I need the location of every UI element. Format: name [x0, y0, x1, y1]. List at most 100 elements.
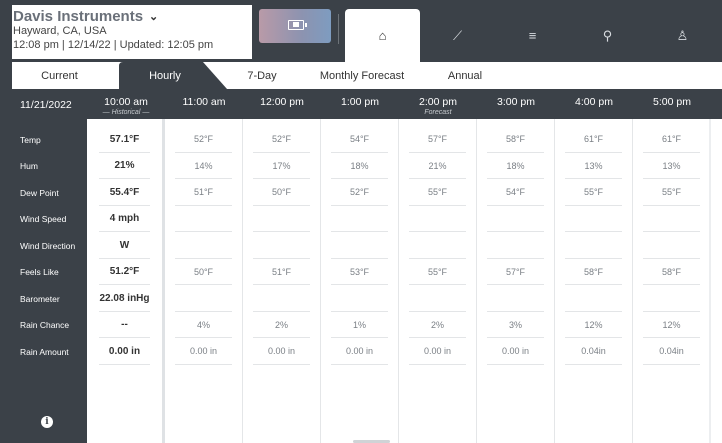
table-cell: 51°F [243, 259, 320, 285]
table-cell: 12% [633, 312, 710, 338]
table-cell: 57.1°F [87, 126, 162, 153]
battery-status-button[interactable] [259, 9, 331, 43]
table-cell: 0.00 in [321, 338, 398, 365]
cell-value: 50°F [271, 187, 292, 198]
cell-value: 51°F [193, 187, 214, 198]
info-icon[interactable]: i [41, 416, 53, 428]
nav-tab-charts[interactable]: ⟋ [420, 9, 495, 62]
column-header: 1:00 pm [341, 96, 379, 108]
cell-value: 0.00 in [501, 346, 530, 357]
table-cell: 4 mph [87, 206, 162, 232]
cell-value: 0.00 in [345, 346, 374, 357]
table-cell: 54°F [477, 179, 554, 206]
subtab-monthly-forecast[interactable]: Monthly Forecast [312, 62, 412, 89]
cell-value: 2% [274, 319, 288, 330]
table-cell: 1% [321, 312, 398, 338]
table-cell: 55.4°F [87, 179, 162, 206]
station-name: Davis Instruments [13, 8, 144, 25]
table-cell [165, 232, 242, 259]
table-cell [555, 232, 632, 259]
nav-tab-map[interactable]: ⚲ [570, 9, 645, 62]
table-cell [165, 206, 242, 232]
table-column: 57.1°F 21% 55.4°F 4 mph W 51.2°F 22.08 inHg -- 0… [87, 119, 165, 443]
column-header: 4:00 pm [575, 96, 613, 108]
cell-value: W [119, 239, 130, 251]
row-label-wind-speed: Wind Speed [20, 214, 67, 224]
nav-tab-account[interactable]: ♙ [645, 9, 720, 62]
cell-value: 0.04in [581, 346, 606, 357]
cell-value: 1% [352, 319, 366, 330]
table-column: 61°F 13% 55°F 58°F 12% 0.04in [555, 119, 633, 443]
table-cell: 0.00 in [477, 338, 554, 365]
home-icon: ⌂ [378, 28, 387, 43]
row-label-hum: Hum [20, 161, 38, 171]
chevron-down-icon[interactable]: ⌄ [149, 10, 158, 23]
table-cell: 22.08 inHg [87, 285, 162, 312]
cell-value: 13% [584, 160, 603, 171]
table-column: 52°F 14% 51°F 50°F 4% 0.00 in [165, 119, 243, 443]
cell-value: 14% [194, 160, 213, 171]
table-cell: 0.00 in [87, 338, 162, 365]
row-label-wind-direction: Wind Direction [20, 241, 76, 251]
table-cell: 50°F [165, 259, 242, 285]
row-divider [175, 363, 232, 365]
subtab-hourly[interactable]: Hourly [119, 62, 227, 89]
nav-tab-list[interactable]: ≡ [495, 9, 570, 62]
column-header: 10:00 am — Historical — [87, 89, 165, 119]
table-cell: 57°F [477, 259, 554, 285]
table-cell: 55°F [633, 179, 710, 206]
table-cell [555, 206, 632, 232]
table-column: 58°F 18% 54°F 57°F 3% 0.00 in [477, 119, 555, 443]
cell-value: 57°F [427, 134, 448, 145]
main-nav: ⌂ ⟋ ≡ ⚲ ♙ [345, 9, 722, 62]
cell-value: 2% [430, 319, 444, 330]
cell-value: 0.04in [659, 346, 684, 357]
row-label-rain-amount: Rain Amount [20, 347, 69, 357]
row-divider [99, 363, 150, 365]
row-label-temp: Temp [20, 135, 41, 145]
table-cell: 13% [555, 153, 632, 179]
cell-value: 21% [428, 160, 447, 171]
column-header: 5:00 pm [653, 96, 691, 108]
chart-icon: ⟋ [452, 27, 463, 43]
cell-value: 0.00 in [108, 345, 141, 357]
cell-value: 21% [114, 160, 135, 172]
column-header: 2:00 pm Forecast [399, 89, 477, 119]
table-cell [243, 206, 320, 232]
subtab-7-day[interactable]: 7-Day [227, 62, 297, 89]
table-column: 52°F 17% 50°F 51°F 2% 0.00 in [243, 119, 321, 443]
station-title[interactable]: Davis Instruments ⌄ [13, 8, 158, 25]
table-cell: 2% [399, 312, 476, 338]
table-cell: 0.04in [633, 338, 710, 365]
table-cell [399, 232, 476, 259]
table-cell: 21% [399, 153, 476, 179]
table-cell [321, 206, 398, 232]
table-cell: 21% [87, 153, 162, 179]
cell-value: 51.2°F [109, 266, 140, 278]
subtab-current[interactable]: Current [12, 62, 107, 89]
table-column: 61°F 13% 55°F 58°F 12% 0.04in [633, 119, 711, 443]
row-divider [643, 363, 700, 365]
cell-value: 54°F [349, 134, 370, 145]
table-cell: 14% [165, 153, 242, 179]
table-cell: 18% [477, 153, 554, 179]
table-cell: 55°F [399, 259, 476, 285]
table-cell: 13% [633, 153, 710, 179]
cell-value: 58°F [583, 266, 604, 277]
forecast-subtabs: Current Hourly 7-Day Monthly Forecast An… [12, 62, 722, 89]
cell-value: 4% [196, 319, 210, 330]
table-cell [399, 206, 476, 232]
row-divider [331, 363, 388, 365]
table-cell: 51°F [165, 179, 242, 206]
table-cell: 51.2°F [87, 259, 162, 285]
cell-value: 13% [662, 160, 681, 171]
cell-value: 58°F [661, 266, 682, 277]
cell-value: 0.00 in [267, 346, 296, 357]
subtab-annual[interactable]: Annual [430, 62, 500, 89]
table-cell: 4% [165, 312, 242, 338]
table-cell: 18% [321, 153, 398, 179]
table-cell: 55°F [399, 179, 476, 206]
nav-tab-home[interactable]: ⌂ [345, 9, 420, 62]
station-location: Hayward, CA, USA [13, 25, 107, 37]
table-cell [321, 232, 398, 259]
